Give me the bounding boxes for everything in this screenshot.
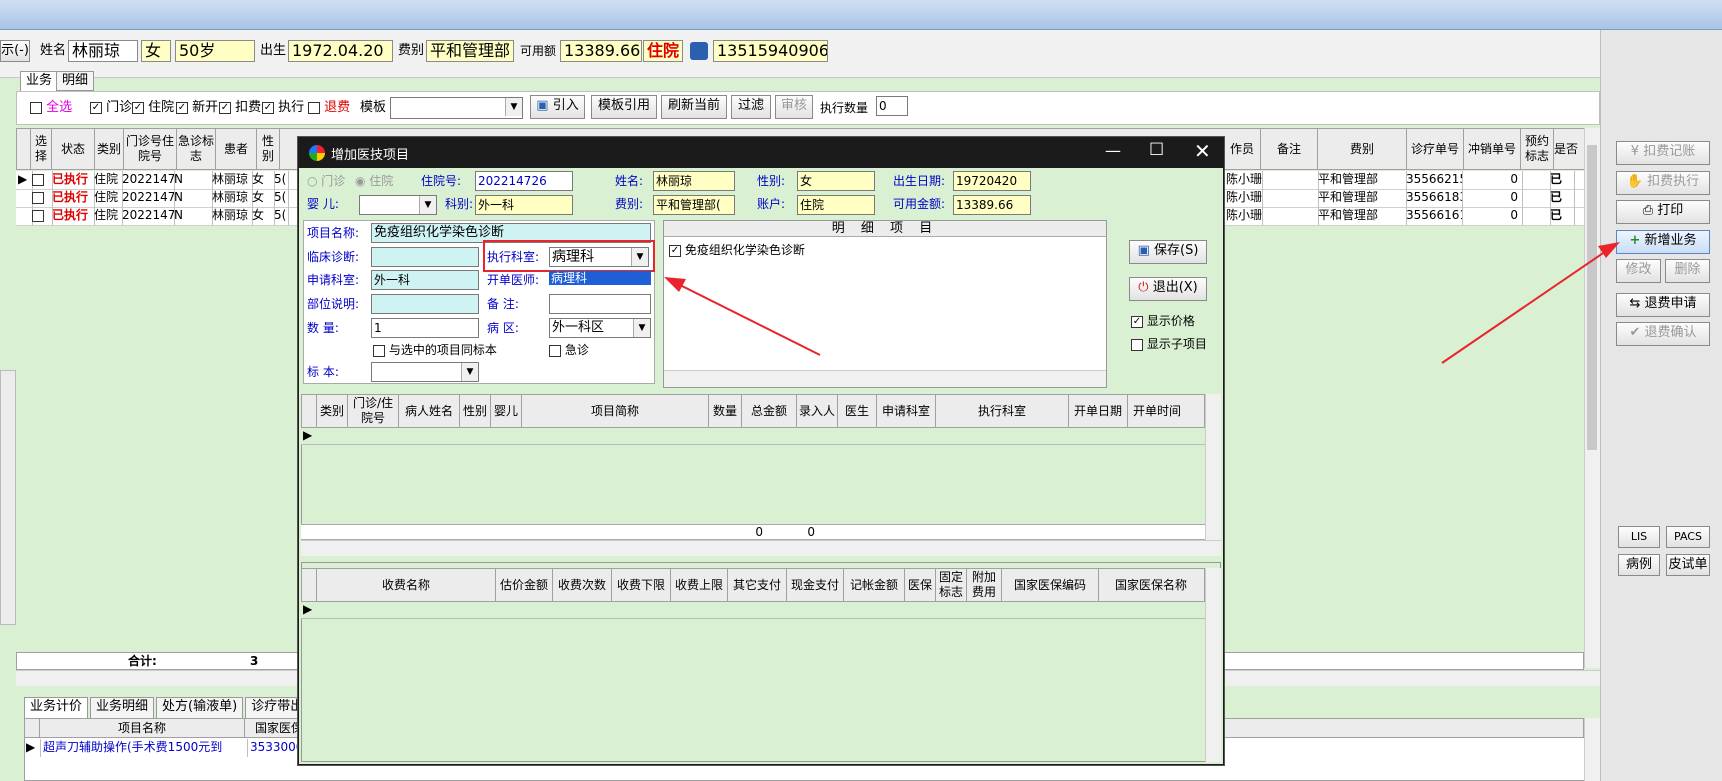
arrow-to-new-business	[1441, 246, 1613, 364]
annotation-arrows	[664, 242, 1620, 364]
arrowhead-new-business	[1598, 242, 1620, 258]
arrow-to-exec-dept	[671, 280, 821, 356]
arrowhead-exec-dept	[664, 277, 686, 292]
